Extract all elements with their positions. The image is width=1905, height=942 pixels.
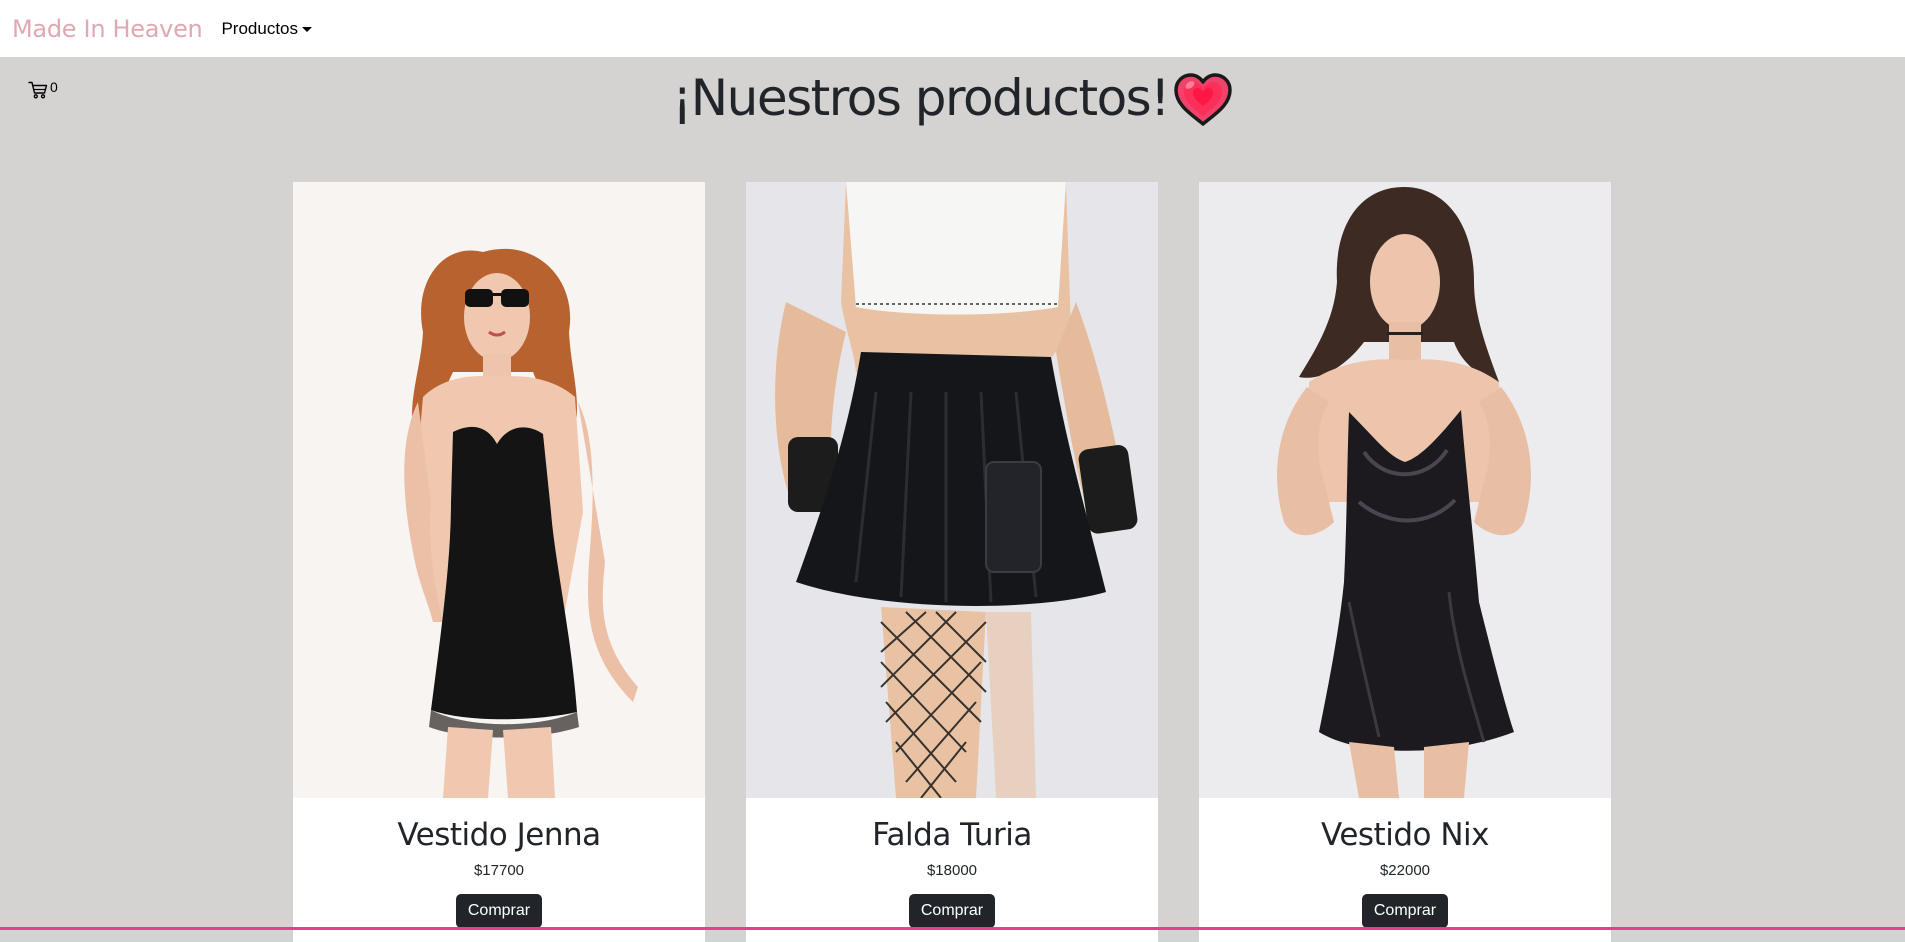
product-price: $17700 bbox=[473, 862, 525, 879]
products-dropdown[interactable]: Productos bbox=[221, 18, 313, 39]
buy-button[interactable]: Comprar bbox=[1361, 894, 1449, 928]
caret-down-icon bbox=[302, 27, 313, 32]
product-card: Vestido Nix $22000 Comprar bbox=[1199, 182, 1611, 942]
product-card-body: Falda Turia $18000 Comprar bbox=[746, 816, 1158, 928]
brand-link[interactable]: Made In Heaven bbox=[12, 15, 203, 43]
product-image[interactable] bbox=[746, 182, 1158, 798]
products-dropdown-label: Productos bbox=[221, 18, 299, 38]
top-navbar: Made In Heaven Productos bbox=[0, 0, 1905, 57]
product-name: Falda Turia bbox=[872, 817, 1032, 853]
product-name: Vestido Nix bbox=[1321, 817, 1489, 853]
page-title-text: ¡Nuestros productos! bbox=[672, 69, 1170, 127]
product-card-body: Vestido Nix $22000 Comprar bbox=[1199, 816, 1611, 928]
product-image[interactable] bbox=[1199, 182, 1611, 798]
product-price: $22000 bbox=[1379, 862, 1431, 879]
buy-button[interactable]: Comprar bbox=[455, 894, 543, 928]
product-card-body: Vestido Jenna $17700 Comprar bbox=[293, 816, 705, 928]
buy-button[interactable]: Comprar bbox=[908, 894, 996, 928]
product-image[interactable] bbox=[293, 182, 705, 798]
heart-icon bbox=[1174, 73, 1232, 126]
product-name: Vestido Jenna bbox=[397, 817, 601, 853]
product-price: $18000 bbox=[926, 862, 978, 879]
product-card: Falda Turia $18000 Comprar bbox=[746, 182, 1158, 942]
product-card: Vestido Jenna $17700 Comprar bbox=[293, 182, 705, 942]
page-title: ¡Nuestros productos! bbox=[0, 64, 1905, 132]
